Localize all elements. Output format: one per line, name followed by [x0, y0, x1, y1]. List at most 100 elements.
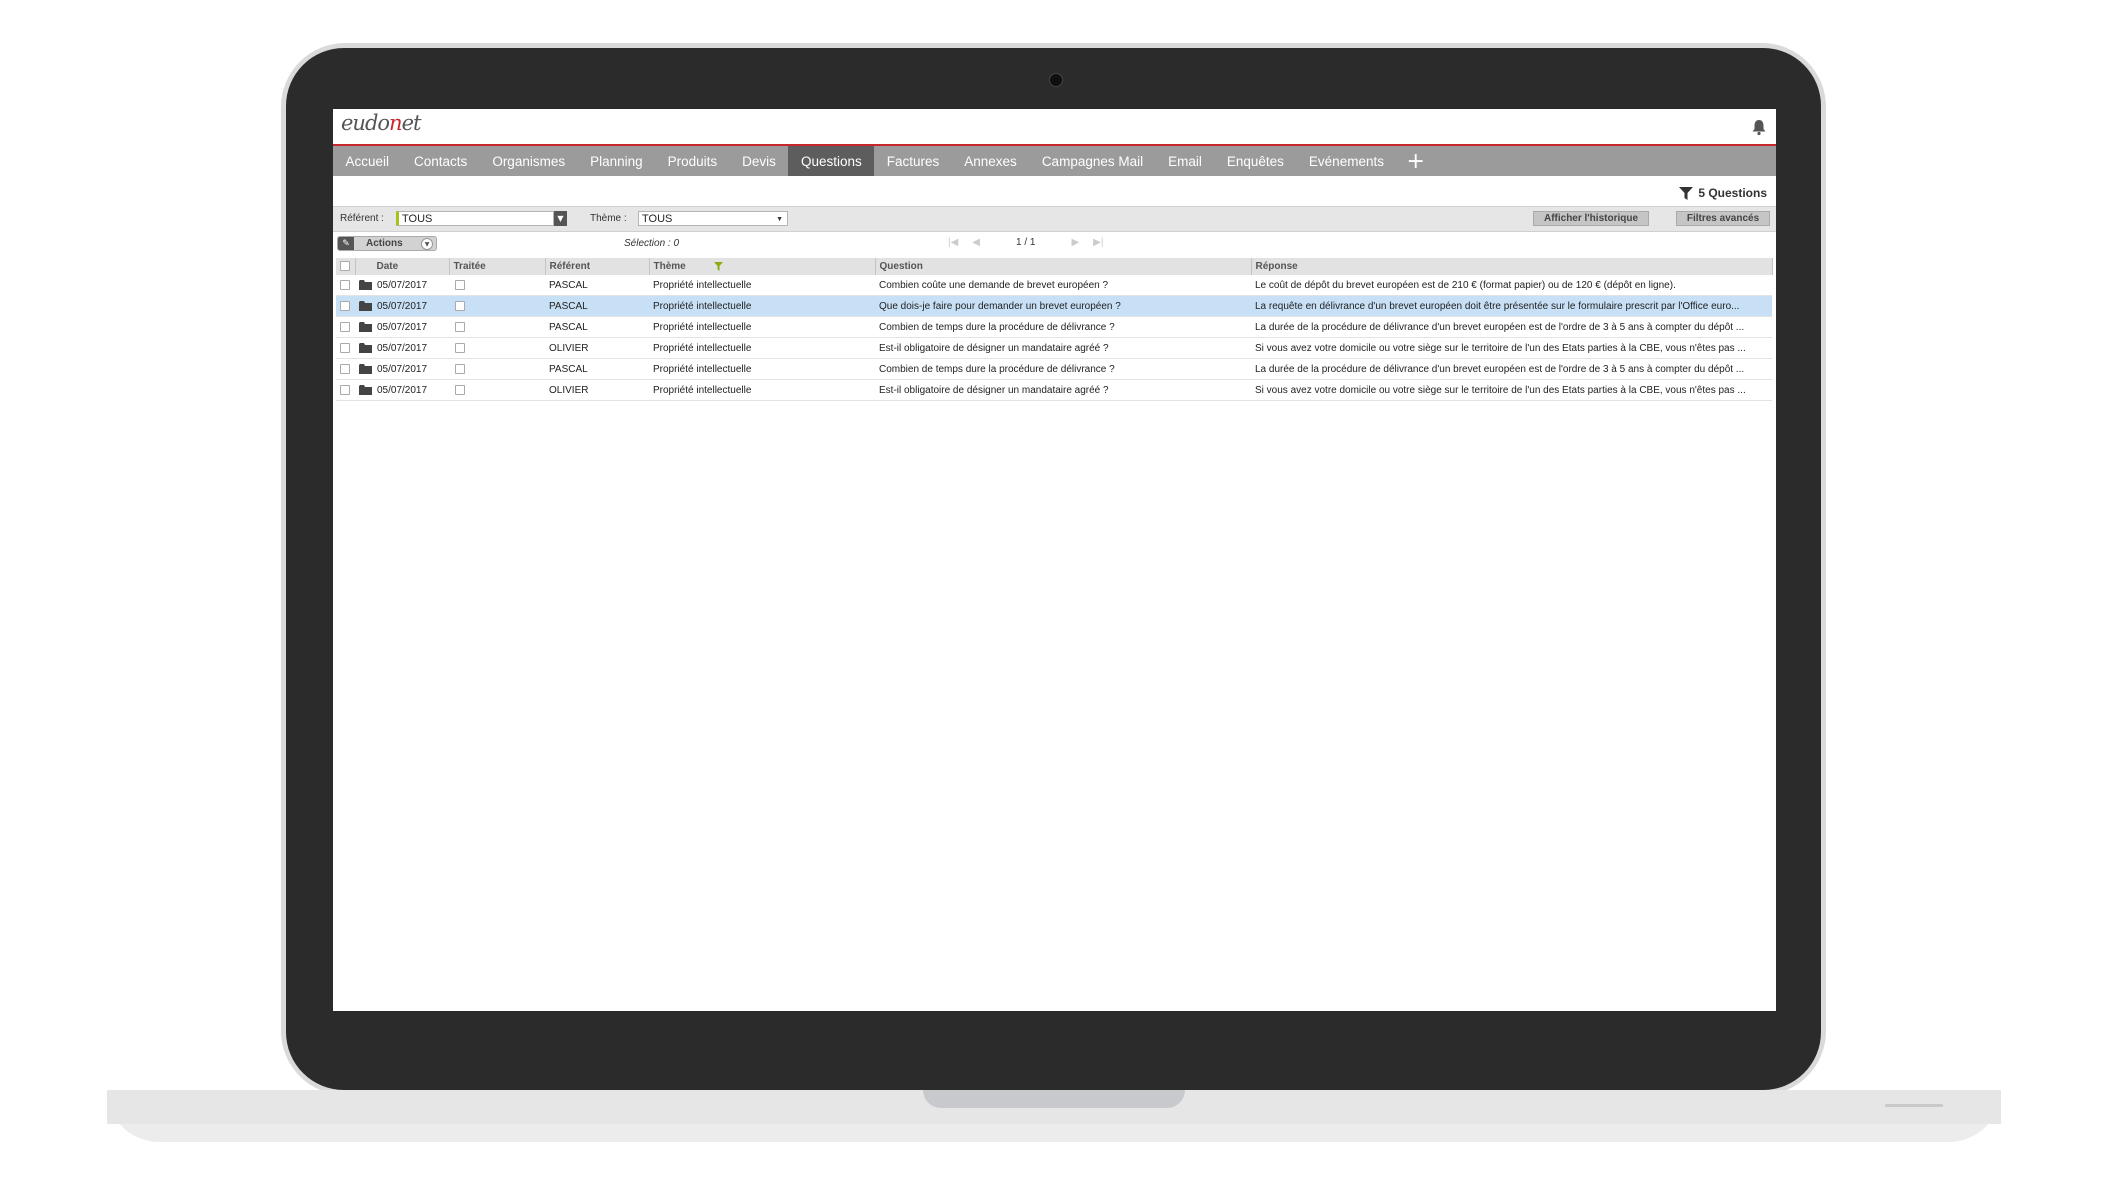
row-select-cell[interactable]: [336, 316, 355, 338]
previous-page-icon[interactable]: ◀: [972, 237, 980, 248]
selection-count: Sélection : 0: [624, 238, 680, 249]
app-screen: eudonet Accueil Contacts Organismes Plannin…: [333, 109, 1776, 1011]
referent-cell: PASCAL: [545, 316, 649, 338]
date-value: 05/07/2017: [377, 321, 428, 333]
row-select-cell[interactable]: [336, 337, 355, 359]
date-value: 05/07/2017: [377, 300, 428, 312]
select-all-header[interactable]: [336, 258, 356, 275]
column-header-reponse[interactable]: Réponse: [1251, 258, 1773, 275]
tab-produits[interactable]: Produits: [655, 146, 730, 176]
column-header-theme[interactable]: Thème: [649, 258, 876, 275]
traitee-cell: [449, 337, 545, 359]
pencil-icon: ✎: [338, 237, 354, 250]
table-row[interactable]: 05/07/2017 PASCAL Propriété intellectuelle…: [336, 295, 1772, 317]
filter-icon[interactable]: [713, 261, 723, 271]
row-select-cell[interactable]: [336, 275, 355, 296]
question-cell: Est-il obligatoire de désigner un mandat…: [875, 337, 1251, 359]
add-tab-button[interactable]: +: [1396, 146, 1434, 176]
reponse-cell: La durée de la procédure de délivrance d…: [1251, 358, 1772, 380]
folder-icon[interactable]: [359, 363, 372, 374]
date-cell: 05/07/2017: [355, 295, 449, 317]
bell-icon[interactable]: [1750, 118, 1768, 136]
reponse-cell: Le coût de dépôt du brevet européen est …: [1251, 275, 1772, 296]
record-count: 5 Questions: [1679, 186, 1767, 200]
table-row[interactable]: 05/07/2017 PASCAL Propriété intellectuelle…: [336, 275, 1772, 296]
question-cell: Combien coûte une demande de brevet euro…: [875, 275, 1251, 296]
tab-accueil[interactable]: Accueil: [333, 146, 402, 176]
traitee-checkbox[interactable]: [455, 279, 465, 290]
referent-filter-input[interactable]: TOUS: [396, 211, 554, 226]
traitee-checkbox[interactable]: [455, 300, 465, 311]
folder-icon[interactable]: [359, 321, 372, 332]
traitee-cell: [449, 295, 545, 317]
tab-planning[interactable]: Planning: [578, 146, 656, 176]
tab-factures[interactable]: Factures: [874, 146, 952, 176]
row-checkbox[interactable]: [340, 342, 350, 353]
row-checkbox[interactable]: [340, 279, 350, 290]
folder-icon[interactable]: [359, 342, 372, 353]
actions-menu-button[interactable]: ✎ Actions ▼: [337, 236, 437, 251]
tab-annexes[interactable]: Annexes: [952, 146, 1030, 176]
show-history-button[interactable]: Afficher l'historique: [1533, 211, 1649, 226]
column-header-traitee[interactable]: Traitée: [449, 258, 546, 275]
folder-icon[interactable]: [359, 300, 372, 311]
referent-filter-dropdown-button[interactable]: ▼: [554, 211, 567, 226]
filter-icon[interactable]: [1679, 186, 1694, 200]
camera-icon: [1049, 73, 1063, 87]
tab-devis[interactable]: Devis: [730, 146, 789, 176]
row-checkbox[interactable]: [340, 384, 350, 395]
theme-cell: Propriété intellectuelle: [649, 295, 875, 317]
traitee-checkbox[interactable]: [455, 342, 465, 353]
question-cell: Que dois-je faire pour demander un breve…: [875, 295, 1251, 317]
select-all-checkbox[interactable]: [340, 261, 350, 272]
row-checkbox[interactable]: [340, 363, 350, 374]
date-cell: 05/07/2017: [355, 337, 449, 359]
tab-ev-nements[interactable]: Evénements: [1296, 146, 1396, 176]
folder-icon[interactable]: [359, 384, 372, 395]
last-page-icon[interactable]: ▶|: [1093, 237, 1103, 248]
tab-organismes[interactable]: Organismes: [480, 146, 578, 176]
theme-cell: Propriété intellectuelle: [649, 337, 875, 359]
theme-filter-select[interactable]: TOUS ▼: [638, 211, 788, 226]
traitee-checkbox[interactable]: [455, 321, 465, 332]
row-select-cell[interactable]: [336, 379, 355, 401]
question-cell: Combien de temps dure la procédure de dé…: [875, 316, 1251, 338]
table-row[interactable]: 05/07/2017 OLIVIER Propriété intellectuell…: [336, 337, 1772, 359]
advanced-filters-button[interactable]: Filtres avancés: [1676, 211, 1770, 226]
column-header-date[interactable]: Date: [355, 258, 450, 275]
count-label: 5 Questions: [1698, 186, 1767, 200]
tab-enqu-tes[interactable]: Enquêtes: [1214, 146, 1296, 176]
traitee-cell: [449, 379, 545, 401]
traitee-cell: [449, 358, 545, 380]
column-header-question[interactable]: Question: [875, 258, 1252, 275]
table-row[interactable]: 05/07/2017 PASCAL Propriété intellectuelle…: [336, 358, 1772, 380]
logo-suffix: et: [401, 111, 422, 135]
column-header-referent[interactable]: Référent: [545, 258, 650, 275]
folder-icon[interactable]: [359, 279, 372, 290]
top-bar: eudonet: [333, 109, 1776, 146]
first-page-icon[interactable]: |◀: [948, 237, 958, 248]
traitee-checkbox[interactable]: [455, 384, 465, 395]
chevron-down-icon: ▼: [776, 216, 783, 223]
main-navigation: Accueil Contacts Organismes Planning Produit…: [333, 146, 1776, 176]
tab-campagnes-mail[interactable]: Campagnes Mail: [1029, 146, 1155, 176]
next-page-icon[interactable]: ▶: [1071, 237, 1079, 248]
column-header-theme-label: Thème: [653, 261, 686, 272]
tab-email[interactable]: Email: [1156, 146, 1215, 176]
row-checkbox[interactable]: [340, 321, 350, 332]
reponse-cell: Si vous avez votre domicile ou votre siè…: [1251, 337, 1772, 359]
table-row[interactable]: 05/07/2017 PASCAL Propriété intellectuelle…: [336, 316, 1772, 338]
traitee-checkbox[interactable]: [455, 363, 465, 374]
referent-cell: OLIVIER: [545, 379, 649, 401]
referent-cell: PASCAL: [545, 275, 649, 296]
row-select-cell[interactable]: [336, 295, 355, 317]
row-checkbox[interactable]: [340, 300, 350, 311]
questions-table: Date Traitée Référent Thème Question Rép…: [336, 258, 1773, 401]
tab-questions[interactable]: Questions: [788, 146, 875, 176]
app-logo[interactable]: eudonet: [341, 111, 422, 135]
question-cell: Combien de temps dure la procédure de dé…: [875, 358, 1251, 380]
table-row[interactable]: 05/07/2017 OLIVIER Propriété intellectuell…: [336, 379, 1772, 401]
traitee-cell: [449, 316, 545, 338]
row-select-cell[interactable]: [336, 358, 355, 380]
tab-contacts[interactable]: Contacts: [402, 146, 480, 176]
